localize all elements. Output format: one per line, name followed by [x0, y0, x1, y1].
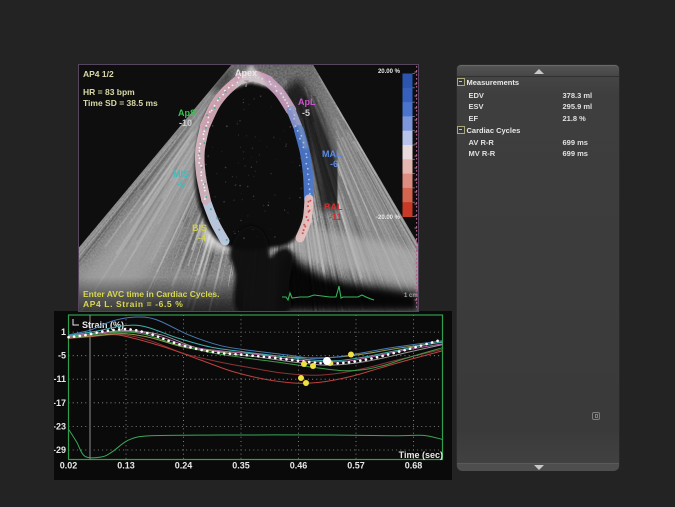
- svg-text:-5: -5: [58, 351, 66, 361]
- svg-text:-6: -6: [177, 179, 185, 189]
- svg-text:Enter AVC time in Cardiac Cycl: Enter AVC time in Cardiac Cycles.: [83, 289, 220, 299]
- svg-text:-11: -11: [329, 212, 342, 222]
- svg-text:BAL: BAL: [324, 202, 343, 212]
- svg-text:AP4 1/2: AP4 1/2: [83, 69, 114, 79]
- svg-text:-4: -4: [198, 233, 206, 243]
- svg-text:MIS: MIS: [173, 169, 189, 179]
- svg-text:AP4 L. Strain = -6.5 %: AP4 L. Strain = -6.5 %: [83, 299, 183, 309]
- svg-text:-10: -10: [179, 118, 192, 128]
- svg-text:-7: -7: [241, 79, 249, 89]
- svg-text:Time SD = 38.5 ms: Time SD = 38.5 ms: [83, 98, 158, 108]
- svg-text:-5: -5: [302, 108, 310, 118]
- svg-text:0.24: 0.24: [175, 461, 193, 471]
- svg-text:-11: -11: [54, 374, 66, 384]
- svg-text:-20.00 %: -20.00 %: [376, 215, 401, 221]
- svg-text:MAL: MAL: [322, 149, 342, 159]
- svg-text:0.68: 0.68: [405, 461, 423, 471]
- svg-text:HR = 83 bpm: HR = 83 bpm: [83, 87, 135, 97]
- svg-text:20.00 %: 20.00 %: [378, 69, 401, 75]
- svg-text:0.35: 0.35: [232, 461, 250, 471]
- svg-text:-29: -29: [54, 445, 66, 455]
- svg-text:-17: -17: [54, 398, 66, 408]
- svg-text:ApL: ApL: [298, 97, 316, 107]
- svg-text:ApS: ApS: [178, 108, 196, 118]
- svg-text:-6: -6: [330, 159, 338, 169]
- svg-text:Apex: Apex: [235, 68, 257, 78]
- svg-text:0.02: 0.02: [60, 461, 78, 471]
- svg-text:0.46: 0.46: [290, 461, 308, 471]
- svg-text:BIS: BIS: [192, 223, 207, 233]
- svg-text:-23: -23: [54, 421, 66, 431]
- svg-text:1 cm: 1 cm: [404, 293, 418, 299]
- svg-text:0.13: 0.13: [117, 461, 135, 471]
- svg-text:0.57: 0.57: [347, 461, 365, 471]
- svg-text:Time (sec): Time (sec): [399, 450, 443, 460]
- svg-text:1: 1: [61, 327, 66, 337]
